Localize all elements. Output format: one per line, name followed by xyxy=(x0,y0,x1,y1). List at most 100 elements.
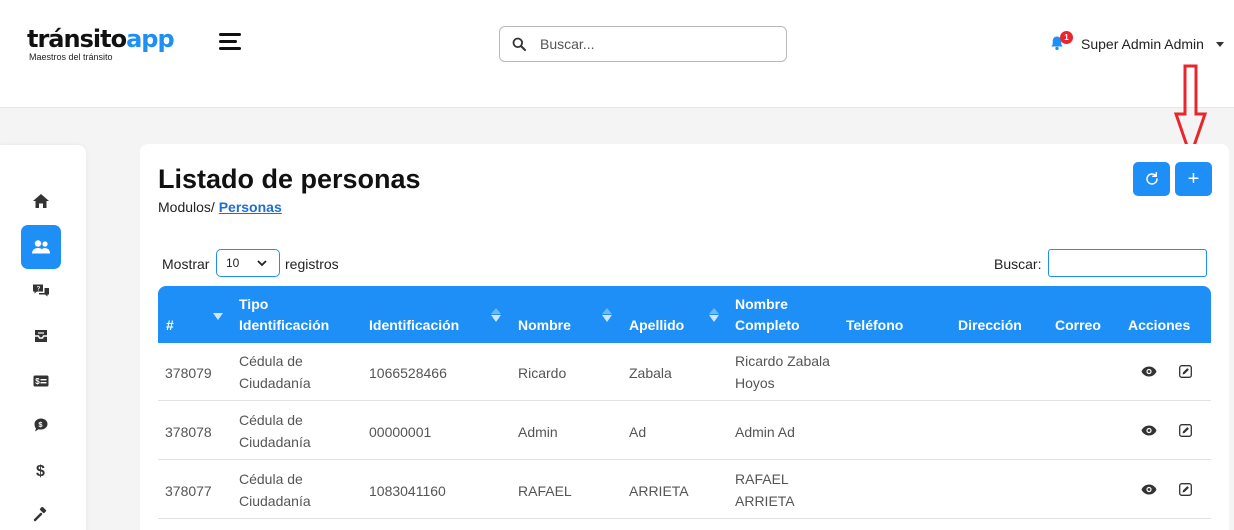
search-icon xyxy=(512,37,526,51)
svg-text:$: $ xyxy=(35,377,40,386)
logo-part-2: app xyxy=(126,25,175,53)
table-search-label: Buscar: xyxy=(994,256,1042,272)
sort-desc-icon[interactable] xyxy=(709,315,719,322)
logo-subtitle: Maestros del tránsito xyxy=(29,52,113,62)
cell-tipo-1: Cédula de xyxy=(239,412,303,428)
table-row: 378077 Cédula de Ciudadanía 1083041160 R… xyxy=(158,461,1211,519)
col-header-identificacion[interactable]: Identificación xyxy=(369,315,459,336)
home-icon xyxy=(33,194,49,208)
page-size-value: 10 xyxy=(226,256,240,270)
col-header-correo[interactable]: Correo xyxy=(1055,315,1101,336)
sidebar-item-home[interactable] xyxy=(21,179,61,223)
sidebar-item-personas[interactable] xyxy=(21,225,61,269)
cell-nombre-completo-2: ARRIETA xyxy=(735,493,795,509)
sidebar-item-payments[interactable]: $ xyxy=(21,359,61,403)
cell-nombre-completo-1: RAFAEL xyxy=(735,471,789,487)
table-header: # Tipo Identificación Identificación Nom… xyxy=(158,286,1211,343)
sort-asc-icon[interactable] xyxy=(491,308,501,314)
cell-id: 378078 xyxy=(165,424,212,440)
cell-id: 378077 xyxy=(165,483,212,499)
svg-text:$: $ xyxy=(36,463,45,479)
sort-asc-icon[interactable] xyxy=(602,308,612,314)
sort-desc-icon[interactable] xyxy=(602,315,612,322)
dollar-icon: $ xyxy=(36,463,45,479)
sidebar-item-finance[interactable]: $ xyxy=(21,448,61,492)
refresh-icon xyxy=(1145,172,1158,185)
col-header-num[interactable]: # xyxy=(166,315,174,336)
page-size-suffix: registros xyxy=(285,256,339,272)
col-header-nombre[interactable]: Nombre xyxy=(518,315,571,336)
money-card-icon: $ xyxy=(33,375,49,387)
chat-icon: ? xyxy=(33,284,49,297)
table-row: 378079 Cédula de Ciudadanía 1066528466 R… xyxy=(158,343,1211,401)
col-header-telefono[interactable]: Teléfono xyxy=(846,315,903,336)
table-search-input[interactable] xyxy=(1048,249,1207,277)
cell-id: 378079 xyxy=(165,365,212,381)
edit-icon[interactable] xyxy=(1179,424,1192,437)
breadcrumb-prefix: Modulos/ xyxy=(158,199,215,215)
refresh-button[interactable] xyxy=(1133,162,1170,196)
sidebar-item-inbox[interactable] xyxy=(21,314,61,358)
sidebar: ? $ $ $ xyxy=(0,145,86,530)
svg-text:?: ? xyxy=(37,286,41,292)
edit-icon[interactable] xyxy=(1179,365,1192,378)
cell-identificacion: 1083041160 xyxy=(369,483,446,499)
cell-apellido: Ad xyxy=(629,424,647,440)
col-header-nombre-completo-2[interactable]: Completo xyxy=(735,315,800,336)
add-person-button[interactable]: + xyxy=(1175,162,1212,196)
user-menu[interactable]: Super Admin Admin xyxy=(1081,36,1204,52)
eye-icon[interactable] xyxy=(1141,366,1157,377)
cell-nombre: RAFAEL xyxy=(518,483,572,499)
col-header-acciones: Acciones xyxy=(1128,317,1191,333)
menu-toggle-icon[interactable] xyxy=(219,33,241,51)
logo-part-1: tránsito xyxy=(27,25,127,53)
sidebar-item-legal[interactable] xyxy=(21,493,61,530)
global-search-input[interactable] xyxy=(540,33,775,55)
cell-identificacion: 1066528466 xyxy=(369,365,447,381)
sort-asc-icon[interactable] xyxy=(709,308,719,314)
cell-apellido: Zabala xyxy=(629,365,672,381)
cell-tipo-1: Cédula de xyxy=(239,353,303,369)
cell-tipo-2: Ciudadanía xyxy=(239,434,311,450)
eye-icon[interactable] xyxy=(1141,425,1157,436)
dollar-bubble-icon: $ xyxy=(34,418,48,432)
logo[interactable]: tránsitoapp Maestros del tránsito xyxy=(27,25,175,62)
table-row: 378078 Cédula de Ciudadanía 00000001 Adm… xyxy=(158,402,1211,460)
sort-desc-icon[interactable] xyxy=(491,315,501,322)
chevron-down-icon[interactable] xyxy=(1216,42,1224,47)
cell-tipo-2: Ciudadanía xyxy=(239,375,311,391)
cell-identificacion: 00000001 xyxy=(369,424,432,440)
notification-badge: 1 xyxy=(1060,31,1073,44)
personas-card: Listado de personas Modulos/ Personas + … xyxy=(140,144,1229,530)
cell-nombre-completo-2: Hoyos xyxy=(735,375,775,391)
sidebar-item-chat[interactable]: ? xyxy=(21,269,61,313)
cell-apellido: ARRIETA xyxy=(629,483,689,499)
global-search[interactable] xyxy=(499,26,787,62)
col-header-nombre-completo-1[interactable]: Nombre xyxy=(735,294,788,315)
col-header-direccion[interactable]: Dirección xyxy=(958,315,1022,336)
logo-wordmark: tránsitoapp xyxy=(27,25,175,53)
top-bar: tránsitoapp Maestros del tránsito 1 Supe… xyxy=(0,0,1234,108)
page-size-label: Mostrar xyxy=(162,256,210,272)
plus-icon: + xyxy=(1187,167,1200,190)
page-size-select[interactable]: 10 xyxy=(216,249,280,277)
cell-nombre: Ricardo xyxy=(518,365,567,381)
inbox-icon xyxy=(35,330,47,342)
breadcrumb: Modulos/ Personas xyxy=(158,199,282,215)
cell-nombre-completo-1: Ricardo Zabala xyxy=(735,353,830,369)
col-header-tipo-1[interactable]: Tipo xyxy=(239,294,268,315)
col-header-tipo-2[interactable]: Identificación xyxy=(239,315,329,336)
page-title: Listado de personas xyxy=(158,164,421,194)
sidebar-item-billing[interactable]: $ xyxy=(21,403,61,447)
edit-icon[interactable] xyxy=(1179,483,1192,496)
cell-tipo-1: Cédula de xyxy=(239,471,303,487)
breadcrumb-link-personas[interactable]: Personas xyxy=(219,199,282,215)
cell-tipo-2: Ciudadanía xyxy=(239,493,311,509)
cell-nombre-completo-1: Admin Ad xyxy=(735,424,795,440)
col-header-apellido[interactable]: Apellido xyxy=(629,315,684,336)
eye-icon[interactable] xyxy=(1141,484,1157,495)
users-icon xyxy=(32,240,50,254)
sort-desc-icon[interactable] xyxy=(213,313,223,320)
cell-nombre: Admin xyxy=(518,424,558,440)
chevron-down-icon xyxy=(257,260,267,267)
